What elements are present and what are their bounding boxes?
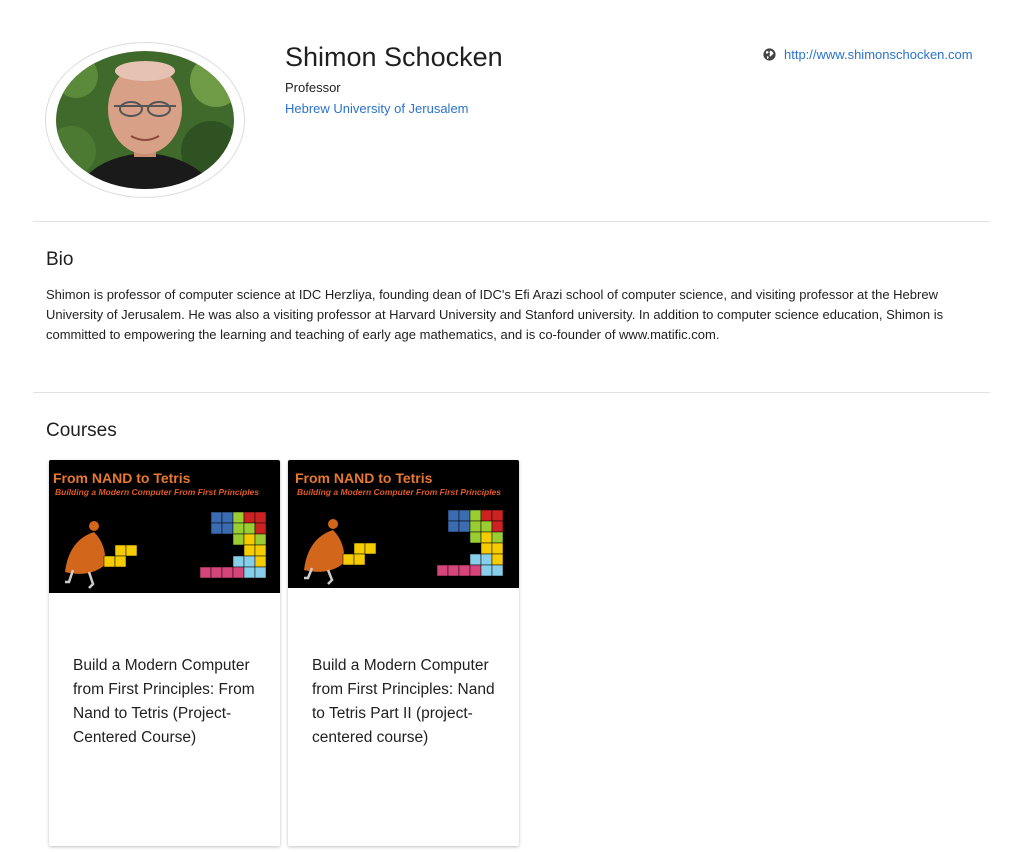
divider [33, 221, 990, 222]
course-image-subtitle: Building a Modern Computer From First Pr… [55, 487, 260, 497]
courses-heading: Courses [46, 420, 117, 441]
profile-name: Shimon Schocken [285, 42, 503, 72]
profile-title: Professor [285, 80, 341, 95]
avatar[interactable] [56, 51, 234, 189]
course-image: From NAND to Tetris Building a Modern Co… [49, 460, 280, 593]
website: http://www.shimonschocken.com [763, 47, 974, 62]
course-image-title: From NAND to Tetris [53, 470, 191, 486]
affiliation-link[interactable]: Hebrew University of Jerusalem [285, 101, 469, 116]
avatar-frame [45, 42, 245, 198]
website-link[interactable]: http://www.shimonschocken.com [784, 47, 974, 62]
course-card[interactable]: From NAND to Tetris Building a Modern Co… [49, 460, 280, 846]
avatar-photo [56, 51, 234, 189]
course-card[interactable]: From NAND to Tetris Building a Modern Co… [288, 460, 519, 846]
course-image-subtitle: Building a Modern Computer From First Pr… [297, 487, 502, 497]
divider [33, 392, 990, 393]
course-image: From NAND to Tetris Building a Modern Co… [288, 460, 519, 588]
bio-text: Shimon is professor of computer science … [46, 287, 944, 342]
globe-icon [763, 48, 776, 61]
profile-header: Shimon Schocken Professor Hebrew Univers… [0, 0, 1011, 222]
course-image-title: From NAND to Tetris [295, 470, 433, 486]
bio-heading: Bio [46, 249, 74, 270]
course-title[interactable]: Build a Modern Computer from First Princ… [73, 654, 261, 750]
course-title[interactable]: Build a Modern Computer from First Princ… [312, 654, 500, 750]
